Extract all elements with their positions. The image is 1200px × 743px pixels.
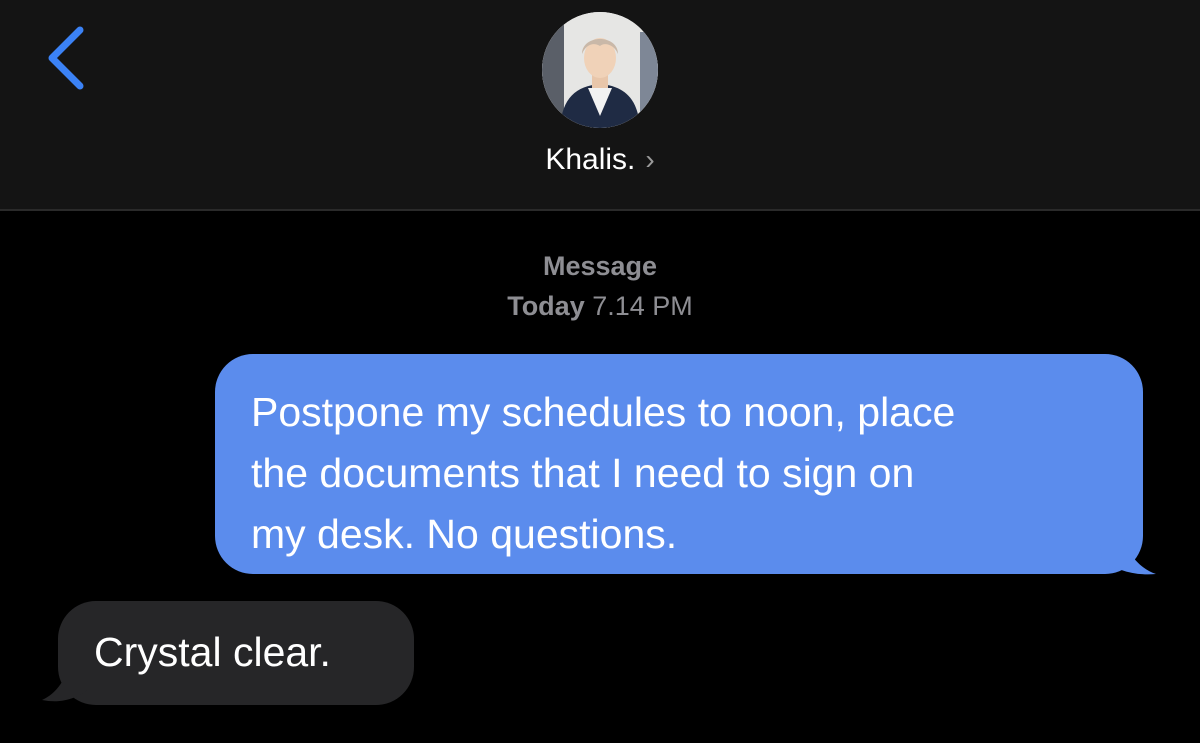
service-label: Message: [542, 251, 658, 281]
back-button[interactable]: [40, 22, 100, 94]
contact-avatar[interactable]: [542, 12, 658, 128]
received-message-bubble[interactable]: Crystal clear.: [58, 601, 414, 705]
conversation-header: Khalis. ›: [0, 0, 1200, 211]
message-timestamp: Today 7.14 PM: [0, 288, 1200, 324]
messages-screen: Khalis. › Message Today 7.14 PM Postpone …: [0, 0, 1200, 743]
sent-bubble-tail: [1098, 528, 1156, 575]
contact-name: Khalis.: [545, 143, 636, 176]
chevron-right-icon: ›: [645, 144, 655, 175]
avatar-photo: [542, 12, 658, 128]
chevron-left-icon: [48, 26, 84, 90]
contact-name-button[interactable]: Khalis. ›: [0, 140, 1200, 180]
sent-message-bubble[interactable]: Postpone my schedules to noon, place the…: [215, 354, 1143, 574]
received-bubble-tail: [42, 658, 92, 702]
timestamp-time: 7.14 PM: [592, 291, 693, 321]
timestamp-day: Today: [507, 291, 585, 321]
